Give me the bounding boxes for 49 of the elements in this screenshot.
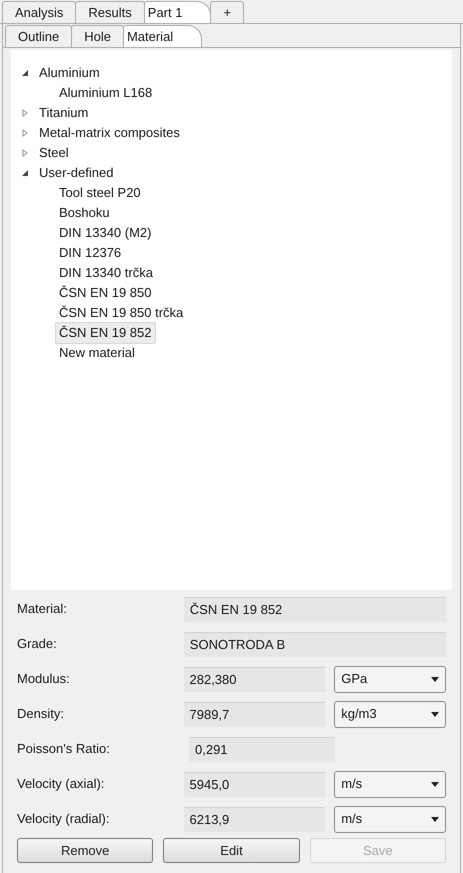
field-label: Grade:: [17, 635, 58, 654]
value-field: 7989,7: [184, 702, 326, 726]
field-label: Modulus:: [17, 670, 71, 688]
tab[interactable]: +: [210, 1, 244, 23]
tab[interactable]: Analysis: [2, 1, 76, 23]
collapsed-triangle-icon[interactable]: [21, 109, 29, 117]
unit-dropdown[interactable]: kg/m3: [334, 700, 446, 728]
value-field: ČSN EN 19 852: [184, 596, 446, 622]
tree-item[interactable]: ČSN EN 19 850: [55, 282, 156, 304]
value-field: 5945,0: [184, 772, 326, 796]
value-field: SONOTRODA B: [184, 632, 446, 656]
unit-dropdown[interactable]: GPa: [334, 666, 446, 692]
tree-item[interactable]: Aluminium: [35, 62, 104, 84]
value-field: 0,291: [189, 736, 335, 762]
tab[interactable]: Part 1: [144, 1, 212, 23]
dropdown-arrow-icon: [431, 676, 439, 682]
tree-item[interactable]: Steel: [35, 142, 73, 164]
dropdown-arrow-icon: [431, 712, 439, 716]
tree-item[interactable]: DIN 13340 trčka: [55, 262, 157, 284]
tab[interactable]: Outline: [5, 25, 72, 47]
unit-dropdown[interactable]: m/s: [334, 770, 446, 798]
field-label: Density:: [17, 705, 65, 724]
value-field: 282,380: [184, 666, 326, 692]
tree-item[interactable]: User-defined: [35, 162, 118, 184]
tree-item[interactable]: Aluminium L168: [55, 82, 156, 104]
collapsed-triangle-icon[interactable]: [21, 149, 29, 157]
tree-item[interactable]: ČSN EN 19 852: [55, 322, 156, 344]
tree-item[interactable]: Boshoku: [55, 202, 114, 224]
dropdown-arrow-icon: [431, 816, 439, 822]
expanded-triangle-icon[interactable]: [21, 169, 29, 177]
tree-item[interactable]: Tool steel P20: [55, 182, 145, 204]
tree-item[interactable]: Metal-matrix composites: [35, 122, 184, 144]
expanded-triangle-icon[interactable]: [21, 69, 29, 77]
field-label: Velocity (radial):: [17, 810, 110, 828]
tree-item[interactable]: Titanium: [35, 102, 92, 124]
tree-item[interactable]: DIN 12376: [55, 242, 126, 264]
tree-item[interactable]: DIN 13340 (M2): [55, 222, 156, 244]
field-label: Material:: [17, 600, 68, 618]
field-label: Velocity (axial):: [17, 775, 106, 794]
unit-dropdown[interactable]: m/s: [334, 806, 446, 832]
dropdown-arrow-icon: [431, 782, 439, 786]
tab[interactable]: Material: [122, 25, 202, 47]
field-label: Poisson's Ratio:: [17, 740, 111, 758]
value-field: 6213,9: [184, 806, 326, 832]
tree-item[interactable]: ČSN EN 19 850 trčka: [55, 302, 188, 324]
tree-item[interactable]: New material: [55, 342, 139, 364]
action-button[interactable]: Edit: [163, 838, 300, 863]
action-button[interactable]: Remove: [17, 838, 154, 863]
collapsed-triangle-icon[interactable]: [21, 129, 29, 137]
